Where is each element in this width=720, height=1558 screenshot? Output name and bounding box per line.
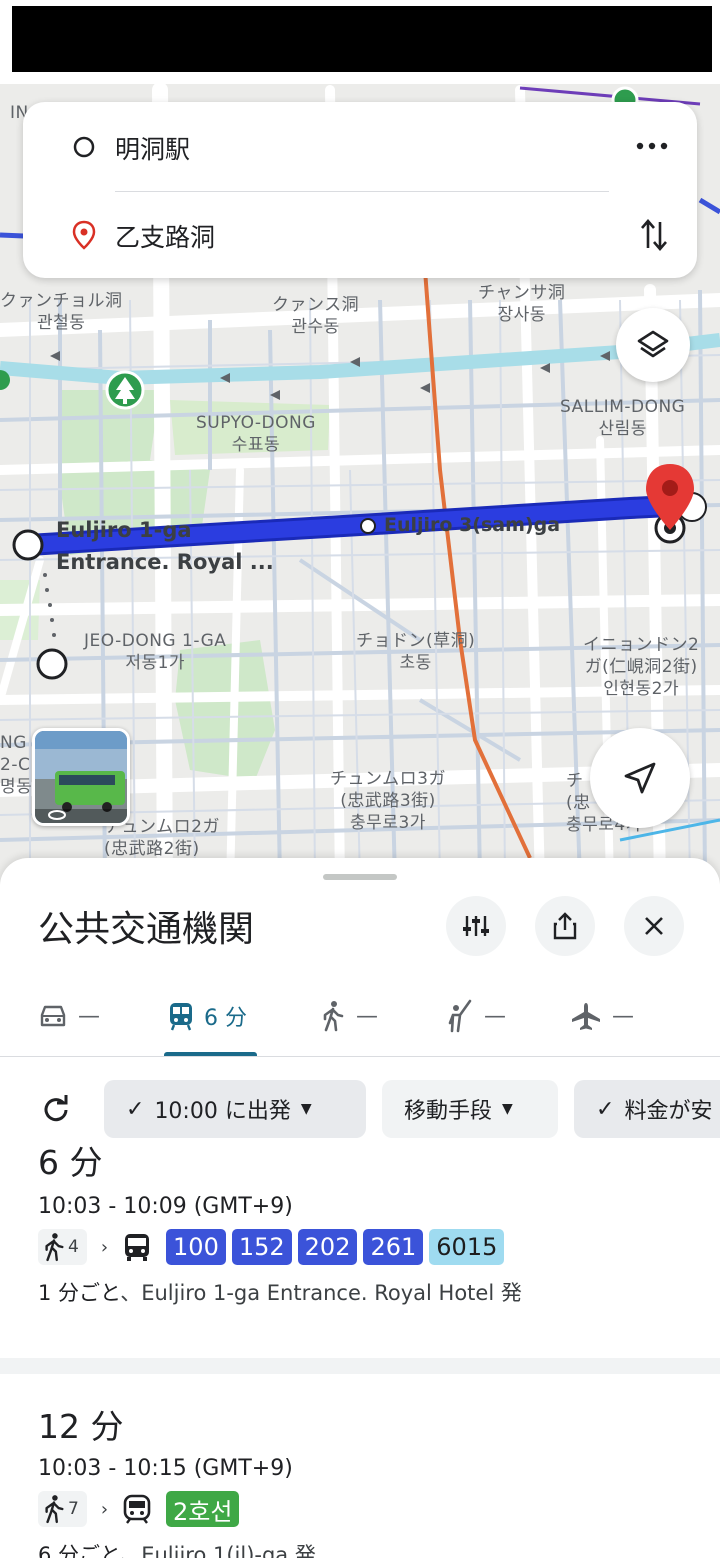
walk-icon — [45, 1233, 64, 1262]
route-separator — [0, 1358, 720, 1374]
transport-mode-label: 移動手段 — [404, 1099, 493, 1124]
mode-car[interactable]: — — [38, 996, 100, 1036]
mode-flight[interactable]: — — [570, 996, 634, 1036]
route-frequency: 6 分ごと、Euljiro 1(il)-ga 発 — [38, 1543, 316, 1558]
refresh-icon — [44, 1095, 68, 1122]
subway-line-badge: 2호선 — [166, 1491, 240, 1527]
bus-line-badge: 261 — [363, 1229, 424, 1265]
dropdown-arrow-icon: ▼ — [502, 1101, 513, 1117]
route-time: 10:03 - 10:09 (GMT+9) — [38, 1194, 293, 1219]
subway-icon — [123, 1494, 151, 1524]
bus-line-badge: 202 — [297, 1229, 358, 1265]
directions-sheet: 公共交通機関 — 6 分 — — — ✓ 10:00 に出発 ▼ 移動手段 ▼ … — [0, 858, 720, 1558]
walk-step: 4 — [38, 1229, 87, 1265]
mode-transit-label: 6 分 — [204, 1006, 247, 1031]
map-label-chodong: チョドン(草洞) 초동 — [356, 631, 476, 673]
route-steps: 4 › 100 152 202 261 6015 — [38, 1229, 522, 1265]
map-label-kwancheol: クァンチョル洞 관철동 — [0, 291, 123, 333]
map-label-supyo: SUPYO-DONG 수표동 — [196, 413, 316, 455]
options-button[interactable] — [446, 896, 506, 956]
route-time: 10:03 - 10:15 (GMT+9) — [38, 1456, 293, 1481]
route-duration: 12 分 — [38, 1407, 124, 1446]
map-label-edge-left: NG 2-C 명동 — [0, 733, 33, 797]
more-horiz-icon[interactable] — [635, 138, 671, 154]
field-divider — [115, 191, 609, 192]
sheet-title: 公共交通機関 — [38, 909, 255, 950]
mode-ride-hail[interactable]: — — [446, 996, 506, 1036]
walk-minutes: 4 — [68, 1237, 79, 1257]
transport-mode-chip[interactable]: 移動手段 ▼ — [382, 1080, 558, 1138]
stop-label-euljiro-1ga[interactable]: Euljiro 1-ga Entrance. Royal ... — [56, 514, 274, 578]
fare-label: 料金が安 — [624, 1099, 713, 1124]
car-icon — [40, 1005, 66, 1027]
share-button[interactable] — [535, 896, 595, 956]
tune-icon — [463, 916, 489, 936]
walk-icon — [45, 1495, 64, 1524]
destination-pin-icon — [72, 220, 96, 250]
chevron-right-icon: › — [100, 1236, 109, 1258]
mode-flight-label: — — [612, 1003, 634, 1029]
walk-minutes: 7 — [68, 1499, 79, 1519]
origin-circle-icon — [73, 136, 95, 158]
bus-icon — [125, 1234, 150, 1261]
map-label-inhyeon: イニョンドン2 ガ(仁峴洞2街) 인현동2가 — [583, 635, 700, 699]
map-label-chungmu3: チュンムロ3ガ (忠武路3街) 충무로3가 — [330, 769, 446, 833]
map-label-sallim: SALLIM-DONG 산림동 — [560, 397, 686, 439]
fare-chip[interactable]: ✓ 料金が安 — [574, 1080, 720, 1138]
dropdown-arrow-icon: ▼ — [300, 1101, 312, 1117]
refresh-button[interactable] — [38, 1092, 74, 1132]
my-location-button[interactable] — [590, 728, 690, 828]
layers-icon — [637, 330, 669, 358]
walk-step: 7 — [38, 1491, 87, 1527]
share-icon — [553, 912, 577, 940]
swap-vert-icon[interactable] — [639, 216, 669, 254]
origin-field[interactable]: 明洞駅 — [115, 130, 190, 166]
bus-line-badge: 152 — [231, 1229, 292, 1265]
status-bar — [12, 6, 712, 72]
mode-walk-label: — — [356, 1003, 378, 1029]
bus-line-badge: 100 — [166, 1229, 226, 1265]
walk-icon — [323, 1001, 344, 1032]
mode-walk[interactable]: — — [320, 996, 378, 1036]
ride-hail-icon — [448, 999, 472, 1033]
route-duration: 6 分 — [38, 1143, 103, 1182]
route-option-2[interactable]: 12 分 10:03 - 10:15 (GMT+9) 7 › 2호선 6 分ごと… — [38, 1400, 316, 1558]
close-icon — [645, 917, 663, 935]
check-icon: ✓ — [126, 1096, 145, 1122]
route-steps: 7 › 2호선 — [38, 1491, 316, 1527]
stop-label-euljiro-3ga[interactable]: Euljiro 3(sam)ga — [384, 514, 560, 536]
directions-card: 明洞駅 乙支路洞 — [23, 102, 697, 278]
mode-car-label: — — [78, 1003, 100, 1029]
mode-transit[interactable]: 6 分 — [168, 996, 247, 1036]
flight-icon — [572, 1003, 600, 1030]
destination-field[interactable]: 乙支路洞 — [115, 218, 215, 254]
close-button[interactable] — [624, 896, 684, 956]
depart-time-chip[interactable]: ✓ 10:00 に出発 ▼ — [104, 1080, 366, 1138]
check-icon: ✓ — [596, 1096, 615, 1122]
map-label-jeodong: JEO-DONG 1-GA 저동1가 — [84, 631, 227, 673]
depart-time-label: 10:00 に出発 — [154, 1099, 291, 1124]
layers-button[interactable] — [616, 308, 690, 382]
sheet-divider — [0, 1056, 720, 1057]
route-frequency: 1 分ごと、Euljiro 1-ga Entrance. Royal Hotel… — [38, 1281, 522, 1305]
bus-line-badge: 6015 — [429, 1229, 505, 1265]
transit-icon — [170, 1003, 192, 1031]
sheet-drag-handle[interactable] — [323, 874, 397, 880]
route-option-1[interactable]: 6 分 10:03 - 10:09 (GMT+9) 4 › 100 152 20… — [38, 1136, 522, 1307]
map-label-kwansu: クァンス洞 관수동 — [272, 295, 360, 337]
street-view-thumbnail[interactable] — [32, 728, 130, 826]
mode-ride-hail-label: — — [484, 1003, 506, 1029]
chevron-right-icon: › — [100, 1498, 109, 1520]
map-label-jangsa: チャンサ洞 장사동 — [478, 283, 566, 325]
navigation-arrow-icon — [624, 762, 656, 794]
